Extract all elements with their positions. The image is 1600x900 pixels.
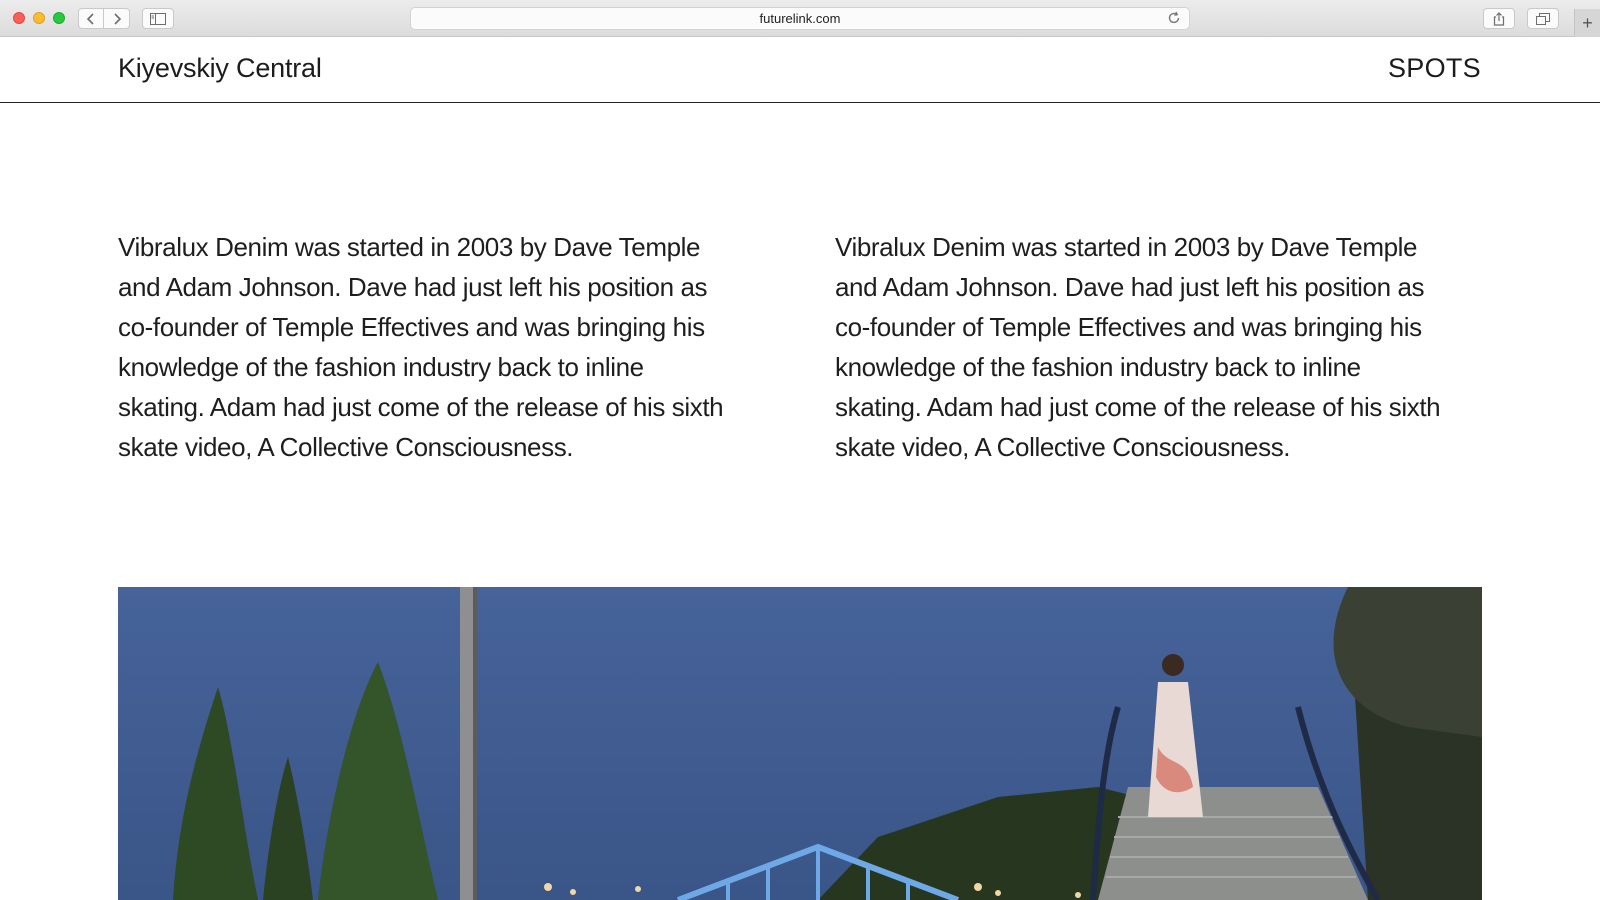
plus-icon: + bbox=[1582, 12, 1593, 33]
sidebar-icon bbox=[150, 12, 166, 25]
share-icon bbox=[1493, 11, 1505, 26]
minimize-window-button[interactable] bbox=[33, 12, 45, 24]
share-button[interactable] bbox=[1483, 8, 1515, 29]
chevron-right-icon bbox=[113, 12, 121, 25]
new-tab-button[interactable]: + bbox=[1574, 9, 1600, 37]
reload-icon[interactable] bbox=[1167, 11, 1181, 25]
site-header: Kiyevskiy Central SPOTS bbox=[0, 37, 1600, 103]
sidebar-button[interactable] bbox=[142, 8, 174, 29]
forward-button[interactable] bbox=[104, 8, 130, 29]
close-window-button[interactable] bbox=[13, 12, 25, 24]
night-stairs-photo-illustration bbox=[118, 587, 1482, 900]
nav-link-spots[interactable]: SPOTS bbox=[1388, 53, 1481, 84]
browser-toolbar: futurelink.com + bbox=[0, 0, 1600, 37]
address-bar[interactable]: futurelink.com bbox=[410, 7, 1190, 30]
maximize-window-button[interactable] bbox=[53, 12, 65, 24]
tab-overview-button[interactable] bbox=[1527, 8, 1559, 29]
hero-photo bbox=[118, 587, 1482, 900]
tabs-overview-icon bbox=[1536, 12, 1550, 25]
back-button[interactable] bbox=[78, 8, 104, 29]
url-text: futurelink.com bbox=[759, 11, 841, 26]
site-title-link[interactable]: Kiyevskiy Central bbox=[118, 53, 322, 84]
chevron-left-icon bbox=[86, 12, 94, 25]
intro-paragraph-left: Vibralux Denim was started in 2003 by Da… bbox=[118, 232, 724, 462]
intro-paragraph-right: Vibralux Denim was started in 2003 by Da… bbox=[835, 232, 1441, 462]
